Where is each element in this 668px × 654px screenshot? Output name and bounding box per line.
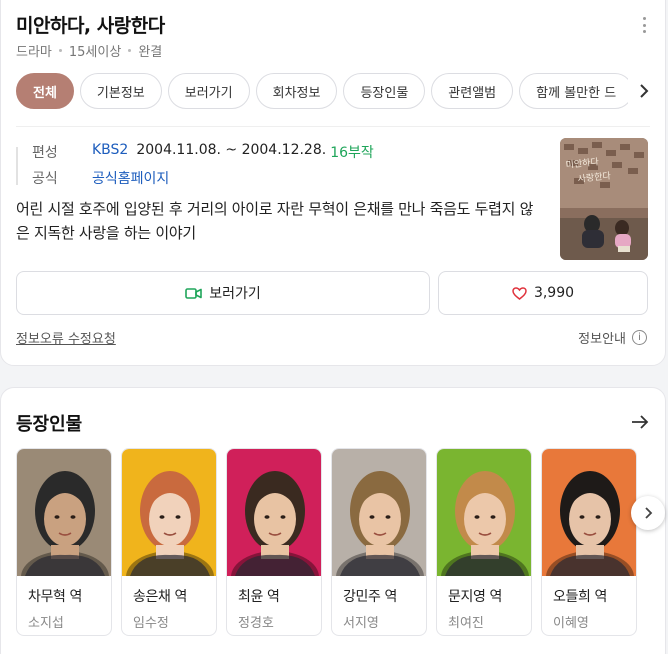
cast-photo [17, 449, 111, 576]
video-icon [185, 287, 203, 299]
cast-role: 최윤 역 [238, 589, 280, 605]
separator-dot [58, 49, 62, 52]
tab-albums[interactable]: 관련앨범 [431, 73, 514, 109]
cast-actor-name: 임수정 [133, 616, 169, 631]
synopsis: 어린 시절 호주에 입양된 후 거리의 아이로 자란 무혁이 은채를 만나 죽음… [16, 200, 534, 242]
tab-basic-info[interactable]: 기본정보 [79, 73, 162, 109]
cast-member-card[interactable]: 오들희 역이혜영 [541, 448, 637, 636]
cast-photo [227, 449, 321, 576]
info-bar [16, 147, 18, 185]
drama-info-card: 미안하다, 사랑한다 드라마 15세이상 완결 전체 기본정보 보러가기 회차정… [0, 0, 666, 366]
cast-member-card[interactable]: 차무혁 역소지섭 [16, 448, 112, 636]
meta-line: 드라마 15세이상 완결 [16, 41, 162, 60]
cast-actor-name: 소지섭 [28, 616, 64, 631]
page-title: 미안하다, 사랑한다 [16, 15, 165, 37]
cast-member-card[interactable]: 송은채 역임수정 [121, 448, 217, 636]
tab-cast[interactable]: 등장인물 [343, 73, 426, 109]
official-label: 공식 [32, 171, 58, 187]
cast-actor-name: 최여진 [448, 616, 484, 631]
tab-all[interactable]: 전체 [16, 73, 74, 109]
tab-watch[interactable]: 보러가기 [167, 73, 250, 109]
tab-bar: 전체 기본정보 보러가기 회차정보 등장인물 관련앨범 함께 볼만한 드 [16, 73, 628, 109]
cast-card-section: 등장인물 차무혁 역 소지섭 송은채 역 임수정 최윤 역 정경호 강민주 역 서지영 문지영 … [0, 387, 666, 654]
network-link[interactable]: KBS2 [92, 142, 128, 162]
episode-count[interactable]: 16부작 [330, 142, 374, 162]
meta-status: 완결 [138, 45, 163, 60]
chevron-right-icon [645, 507, 653, 519]
cast-next-button[interactable] [631, 496, 665, 530]
cast-member-card[interactable]: 최윤 역정경호 [226, 448, 322, 636]
cast-role: 문지영 역 [448, 589, 502, 605]
tab-recommend[interactable]: 함께 볼만한 드 [519, 73, 628, 109]
cast-section-title: 등장인물 [16, 414, 83, 435]
report-error-link[interactable]: 정보오류 수정요청 [16, 328, 116, 347]
like-button[interactable]: 3,990 [438, 271, 648, 315]
info-icon: i [632, 330, 647, 345]
info-notice-label: 정보안내 [578, 332, 626, 347]
official-row: 공식 공식홈페이지 [32, 168, 169, 188]
cast-role: 오들희 역 [553, 589, 607, 605]
network-label: 편성 [32, 145, 58, 161]
arrow-right-icon[interactable] [631, 414, 649, 430]
heart-icon [512, 286, 527, 300]
cast-list: 차무혁 역 소지섭 송은채 역 임수정 최윤 역 정경호 강민주 역 서지영 문지영 역 최여진 오… [16, 448, 668, 636]
cast-member-card[interactable]: 문지영 역최여진 [436, 448, 532, 636]
info-notice[interactable]: 정보안내 i [578, 328, 647, 347]
cast-actor-name: 이혜영 [553, 616, 589, 631]
network-row: 편성 KBS2 2004.11.08. ~ 2004.12.28. 16부작 [32, 142, 374, 162]
cast-role: 송은채 역 [133, 589, 187, 605]
cast-photo [437, 449, 531, 576]
cast-actor-name: 서지영 [343, 616, 379, 631]
divider [16, 126, 650, 127]
cast-photo [332, 449, 426, 576]
cast-photo [542, 449, 636, 576]
broadcast-period: 2004.11.08. ~ 2004.12.28. [136, 142, 327, 158]
separator-dot [128, 49, 132, 52]
meta-genre: 드라마 [16, 45, 52, 60]
more-options-icon[interactable] [641, 17, 647, 33]
tab-episodes[interactable]: 회차정보 [255, 73, 338, 109]
poster-image[interactable]: 미안하다 사랑한다 [560, 138, 648, 260]
watch-button[interactable]: 보러가기 [16, 271, 430, 315]
meta-rating: 15세이상 [68, 45, 122, 60]
cast-role: 차무혁 역 [28, 589, 82, 605]
watch-label: 보러가기 [209, 286, 261, 302]
like-count: 3,990 [533, 285, 575, 301]
cast-photo [122, 449, 216, 576]
cast-member-card[interactable]: 강민주 역서지영 [331, 448, 427, 636]
cast-role: 강민주 역 [343, 589, 397, 605]
cast-actor-name: 정경호 [238, 616, 274, 631]
official-homepage-link[interactable]: 공식홈페이지 [92, 168, 169, 188]
chevron-right-icon[interactable] [637, 83, 651, 99]
